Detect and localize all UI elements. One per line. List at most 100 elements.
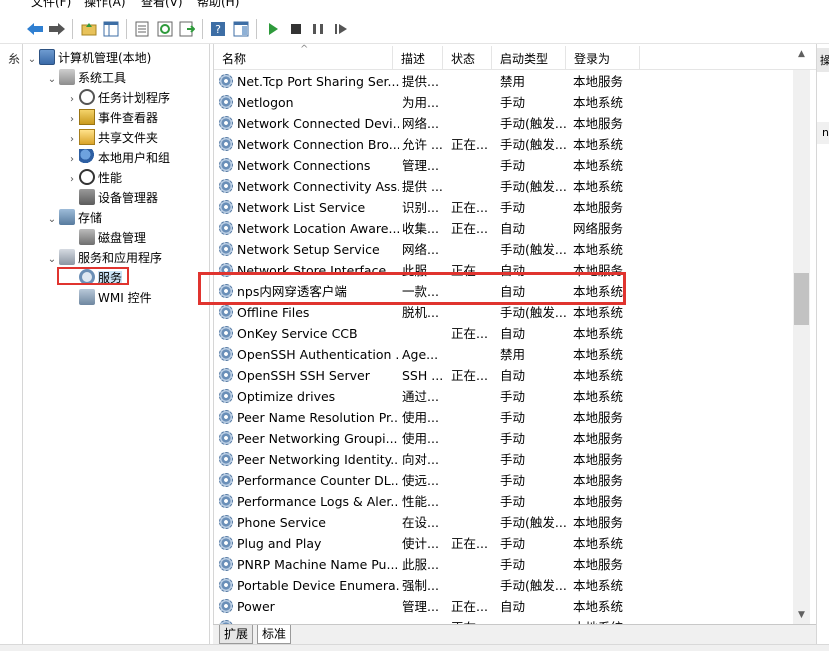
table-row[interactable]: Network List Service 识别... 正在... 手动 本地服务 [214, 197, 816, 218]
column-header-description[interactable]: 描述 [393, 46, 443, 70]
vertical-scrollbar[interactable]: ▲ ▼ [793, 49, 810, 624]
stop-service-button[interactable] [286, 19, 306, 39]
table-row[interactable]: Net.Tcp Port Sharing Ser... 提供... 禁用 本地服务 [214, 71, 816, 92]
service-description-cell: 为用... [402, 92, 447, 113]
table-row[interactable]: Power 管理... 正在... 自动 本地系统 [214, 596, 816, 617]
tree-node[interactable]: ⌄ 系统工具 [45, 68, 126, 88]
pause-service-button[interactable] [308, 19, 328, 39]
chevron-right-icon[interactable]: › [65, 90, 79, 110]
tree-node[interactable]: › 事件查看器 [65, 108, 158, 128]
tab-extended-label: 扩展 [224, 627, 249, 641]
tree-node[interactable]: 设备管理器 [65, 188, 158, 208]
table-row[interactable]: OpenSSH SSH Server SSH ... 正在... 自动 本地系统 [214, 365, 816, 386]
chevron-down-icon[interactable]: ⌄ [45, 70, 59, 90]
service-name: OpenSSH Authentication ... [237, 347, 399, 362]
show-hide-tree-button[interactable] [101, 19, 121, 39]
menu-file[interactable]: 文件(F) [31, 0, 71, 10]
tree-node[interactable]: ⌄ 服务和应用程序 [45, 248, 162, 268]
chevron-right-icon[interactable]: › [65, 110, 79, 130]
action-pane-button[interactable] [231, 19, 251, 39]
table-row[interactable]: Network Connected Devi... 网络... 手动(触发... 本地… [214, 113, 816, 134]
table-row[interactable]: Peer Name Resolution Pr... 使用... 手动 本地服务 [214, 407, 816, 428]
restart-service-button[interactable] [331, 19, 351, 39]
service-startup-type: 禁用 [500, 74, 526, 89]
table-row[interactable]: Netlogon 为用... 手动 本地系统 [214, 92, 816, 113]
export-list-button[interactable] [177, 19, 197, 39]
tree-node[interactable]: ⌄ 计算机管理(本地) [25, 48, 151, 68]
column-header-name[interactable]: 名称 ^ [214, 44, 393, 70]
scroll-up-icon[interactable]: ▲ [793, 46, 810, 63]
table-row[interactable]: Plug and Play 使计... 正在... 手动 本地系统 [214, 533, 816, 554]
tree-node[interactable]: › 本地用户和组 [65, 148, 170, 168]
service-startup-type-cell: 手动 [500, 491, 570, 512]
column-header-startup-type[interactable]: 启动类型 [492, 46, 566, 70]
menu-action[interactable]: 操作(A) [84, 0, 126, 10]
gear-icon [219, 284, 233, 298]
table-row[interactable]: Portable Device Enumera... 强制... 手动(触发... 本… [214, 575, 816, 596]
service-status: 正在... [451, 368, 488, 383]
shared-folder-icon [79, 129, 95, 145]
table-row[interactable]: Network Location Aware... 收集... 正在... 自动 网络服… [214, 218, 816, 239]
console-tree-icon [103, 21, 119, 37]
service-logon-as: 本地系统 [573, 158, 624, 173]
table-row[interactable]: Offline Files 脱机... 手动(触发... 本地系统 [214, 302, 816, 323]
chevron-right-icon[interactable]: › [65, 170, 79, 190]
tab-standard[interactable]: 标准 [257, 625, 292, 644]
table-row[interactable]: OpenSSH Authentication ... Age... 禁用 本地系统 [214, 344, 816, 365]
table-row[interactable]: nps内网穿透客户端 一款... 自动 本地系统 [214, 281, 816, 302]
table-row[interactable]: Network Connection Bro... 允许 ... 正在... 手动(触… [214, 134, 816, 155]
tree-node[interactable]: › 共享文件夹 [65, 128, 158, 148]
tree-node[interactable]: WMI 控件 [65, 288, 152, 308]
back-button[interactable] [25, 19, 45, 39]
tree-node[interactable]: 磁盘管理 [65, 228, 146, 248]
properties-button[interactable] [132, 19, 152, 39]
table-row[interactable]: Network Setup Service 网络... 手动(触发... 本地系统 [214, 239, 816, 260]
column-header-logon-as[interactable]: 登录为 [566, 46, 640, 70]
chevron-down-icon[interactable]: ⌄ [45, 250, 59, 270]
table-row[interactable]: OnKey Service CCB 正在... 自动 本地系统 [214, 323, 816, 344]
menu-view[interactable]: 查看(V) [141, 0, 183, 10]
scroll-down-icon[interactable]: ▼ [793, 607, 810, 624]
forward-button[interactable] [47, 19, 67, 39]
service-name: Optimize drives [237, 389, 336, 404]
service-logon-as-cell: 本地系统 [573, 386, 643, 407]
service-description-cell: 收集... [402, 218, 447, 239]
scrollbar-thumb[interactable] [794, 273, 809, 325]
up-level-button[interactable] [79, 19, 99, 39]
tree-node[interactable]: 服务 [65, 268, 123, 288]
service-logon-as-cell: 本地系统 [573, 239, 643, 260]
service-description-cell: SSH ... [402, 365, 447, 386]
chevron-down-icon[interactable]: ⌄ [45, 210, 59, 230]
chevron-down-icon[interactable]: ⌄ [25, 50, 39, 70]
chevron-right-icon[interactable]: › [65, 130, 79, 150]
help-button[interactable]: ? [208, 19, 228, 39]
table-row[interactable]: Network Connectivity Ass... 提供 ... 手动(触发..… [214, 176, 816, 197]
service-name-cell: nps内网穿透客户端 [219, 281, 399, 302]
table-row[interactable]: Optimize drives 通过... 手动 本地系统 [214, 386, 816, 407]
start-service-button[interactable] [263, 19, 283, 39]
service-logon-as: 本地服务 [573, 431, 624, 446]
service-status-cell: 正在... [451, 197, 496, 218]
service-startup-type-cell: 自动 [500, 323, 570, 344]
chevron-right-icon[interactable]: › [65, 150, 79, 170]
column-header-status[interactable]: 状态 [443, 46, 492, 70]
tab-extended[interactable]: 扩展 [219, 625, 254, 644]
refresh-button[interactable] [155, 19, 175, 39]
table-row[interactable]: Network Connections 管理... 手动 本地系统 [214, 155, 816, 176]
service-name: Performance Counter DL... [237, 473, 399, 488]
service-logon-as-cell: 本地服务 [573, 449, 643, 470]
table-row[interactable]: Peer Networking Identity... 向对... 手动 本地服务 [214, 449, 816, 470]
tree-node[interactable]: › 任务计划程序 [65, 88, 170, 108]
table-row[interactable]: Performance Logs & Aler... 性能... 手动 本地服务 [214, 491, 816, 512]
table-row[interactable]: PNRP Machine Name Pu... 此服... 手动 本地服务 [214, 554, 816, 575]
table-row[interactable]: Peer Networking Groupi... 使用... 手动 本地服务 [214, 428, 816, 449]
menu-help[interactable]: 帮助(H) [197, 0, 239, 10]
table-row[interactable]: Phone Service 在设... 手动(触发... 本地服务 [214, 512, 816, 533]
service-logon-as-cell: 本地系统 [573, 302, 643, 323]
table-row[interactable]: 正在... 本地系统 [214, 617, 816, 624]
table-row[interactable]: Performance Counter DL... 使远... 手动 本地服务 [214, 470, 816, 491]
tree-node[interactable]: ⌄ 存储 [45, 208, 102, 228]
service-status: 正在... [451, 263, 488, 278]
table-row[interactable]: Network Store Interface ... 此服... 正在... 自动 本… [214, 260, 816, 281]
tree-node[interactable]: › 性能 [65, 168, 122, 188]
